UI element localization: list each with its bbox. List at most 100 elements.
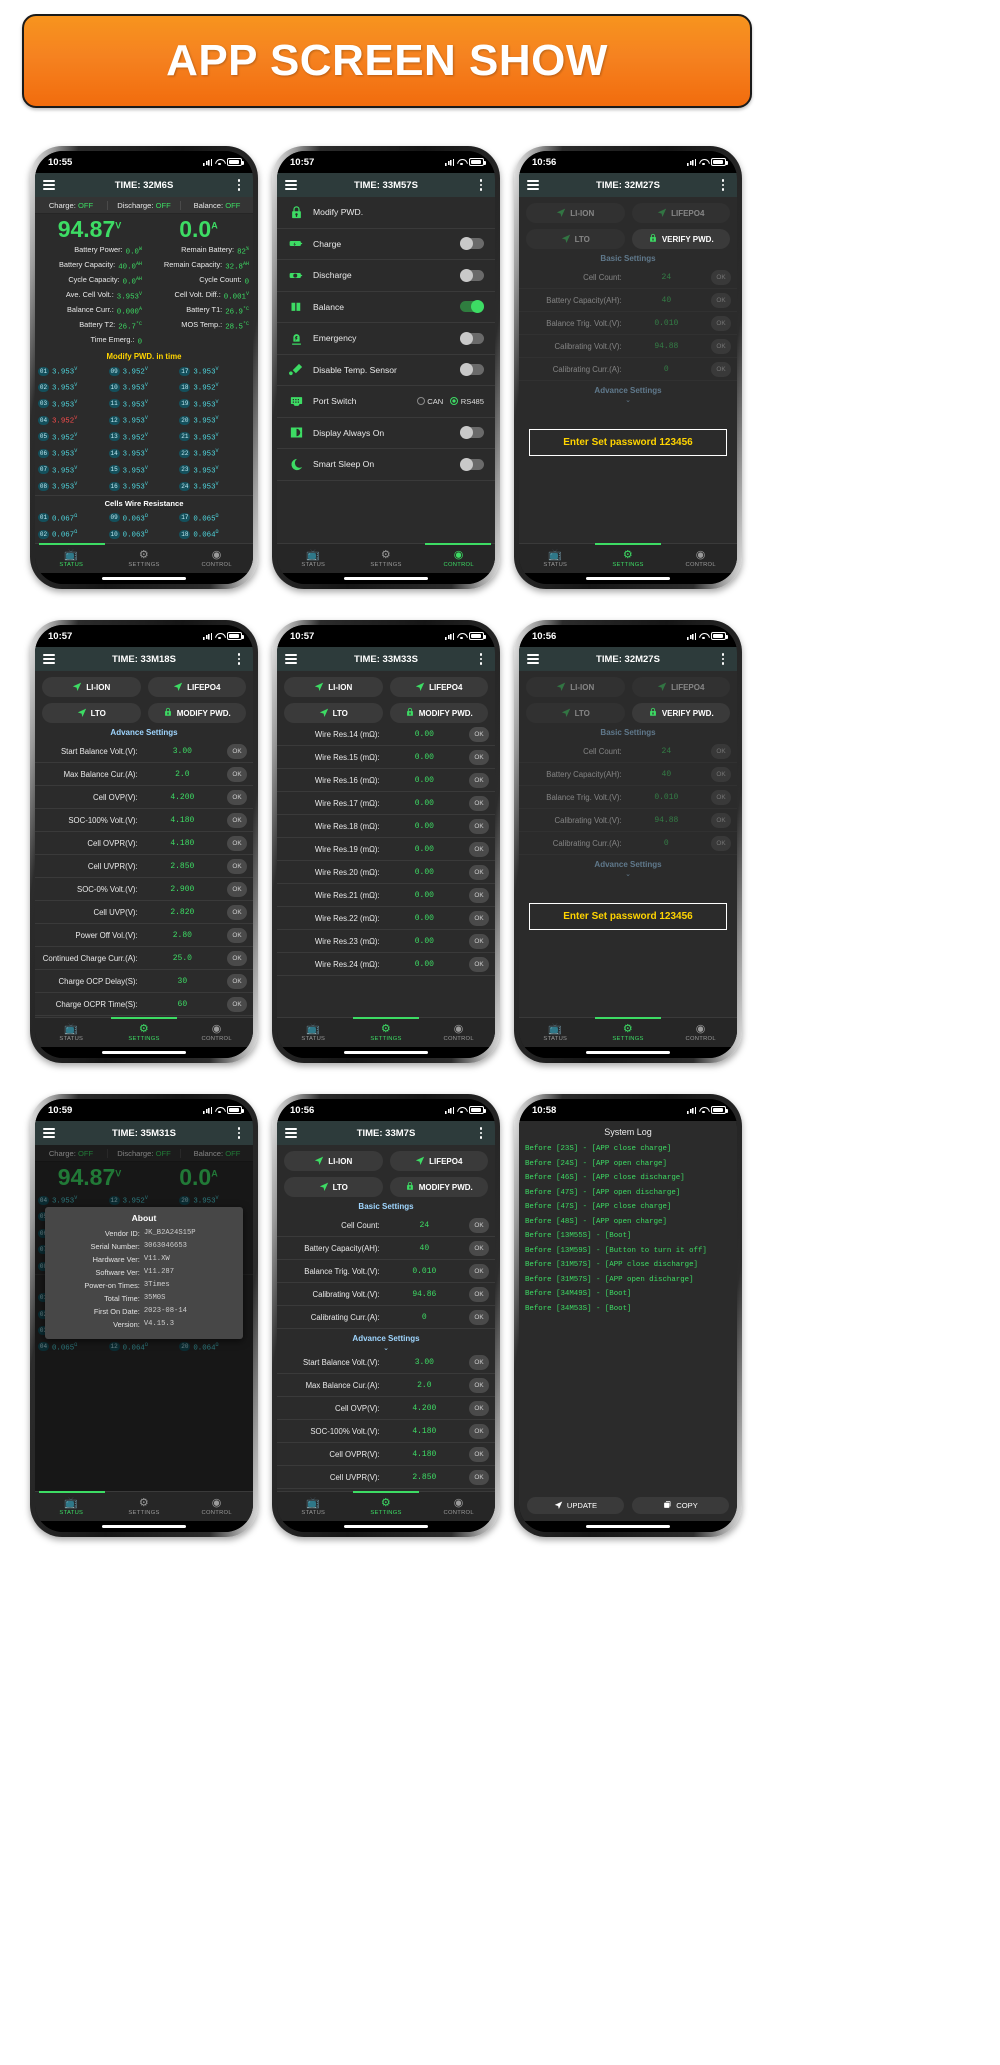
tab-status[interactable]: 📺 STATUS (277, 1023, 350, 1042)
field-ok-button[interactable]: OK (227, 858, 247, 874)
field-ok-button[interactable]: OK (469, 1400, 489, 1416)
field-ok-button[interactable]: OK (227, 766, 247, 782)
field-ok-button[interactable]: OK (711, 743, 731, 759)
field-value[interactable]: 0 (628, 839, 705, 848)
field-value[interactable]: 4.180 (386, 1427, 463, 1436)
field-ok-button[interactable]: OK (469, 1263, 489, 1279)
password-prompt-box[interactable]: Enter Set password 123456 (529, 903, 727, 930)
field-value[interactable]: 0.00 (386, 822, 463, 831)
log-button-update[interactable]: UPDATE (527, 1497, 624, 1514)
setting-toggle[interactable] (460, 426, 484, 440)
setting-toggle[interactable] (460, 237, 484, 251)
chip-verify-pwd[interactable]: VERIFY PWD. (631, 229, 730, 249)
chip-li-ion[interactable]: LI-ION (526, 203, 625, 223)
field-ok-button[interactable]: OK (469, 1377, 489, 1393)
tab-control[interactable]: ◉ CONTROL (180, 1497, 253, 1516)
field-value[interactable]: 0.00 (386, 753, 463, 762)
setting-row-disable-temp-sensor[interactable]: Disable Temp. Sensor (277, 355, 495, 386)
field-ok-button[interactable]: OK (711, 789, 731, 805)
field-value[interactable]: 0.00 (386, 868, 463, 877)
setting-toggle[interactable] (460, 331, 484, 345)
field-ok-button[interactable]: OK (227, 881, 247, 897)
hamburger-menu-icon[interactable] (527, 180, 539, 190)
chip-lifepo4[interactable]: LIFEPO4 (631, 677, 730, 697)
tab-settings[interactable]: ⚙ SETTINGS (350, 1017, 423, 1042)
port-switch-radios[interactable]: CAN RS485 (416, 397, 484, 406)
hamburger-menu-icon[interactable] (527, 654, 539, 664)
tab-status[interactable]: 📺 STATUS (35, 543, 108, 568)
overflow-menu-icon[interactable] (233, 653, 245, 665)
field-ok-button[interactable]: OK (469, 1309, 489, 1325)
tab-settings[interactable]: ⚙ SETTINGS (108, 1497, 181, 1516)
overflow-menu-icon[interactable] (475, 653, 487, 665)
field-value[interactable]: 4.180 (386, 1450, 463, 1459)
field-ok-button[interactable]: OK (469, 1240, 489, 1256)
setting-row-balance[interactable]: Balance (277, 292, 495, 323)
setting-row-port-switch[interactable]: Port Switch CAN RS485 (277, 386, 495, 418)
field-ok-button[interactable]: OK (711, 835, 731, 851)
chip-li-ion[interactable]: LI-ION (42, 677, 141, 697)
overflow-menu-icon[interactable] (475, 179, 487, 191)
chip-lto[interactable]: LTO (42, 703, 141, 723)
tab-settings[interactable]: ⚙ SETTINGS (108, 549, 181, 568)
field-value[interactable]: 4.180 (144, 816, 221, 825)
field-ok-button[interactable]: OK (469, 956, 489, 972)
field-value[interactable]: 30 (144, 977, 221, 986)
field-value[interactable]: 94.86 (386, 1290, 463, 1299)
setting-row-emergency[interactable]: Emergency (277, 323, 495, 355)
field-ok-button[interactable]: OK (469, 795, 489, 811)
chip-modify-pwd[interactable]: MODIFY PWD. (389, 1177, 488, 1197)
field-value[interactable]: 3.00 (386, 1358, 463, 1367)
field-ok-button[interactable]: OK (227, 904, 247, 920)
hamburger-menu-icon[interactable] (285, 654, 297, 664)
chip-li-ion[interactable]: LI-ION (526, 677, 625, 697)
setting-toggle[interactable] (460, 457, 484, 471)
tab-control[interactable]: ◉ CONTROL (664, 1023, 737, 1042)
radio-rs485[interactable]: RS485 (450, 397, 484, 406)
overflow-menu-icon[interactable] (475, 1127, 487, 1139)
field-ok-button[interactable]: OK (711, 292, 731, 308)
field-ok-button[interactable]: OK (469, 887, 489, 903)
field-ok-button[interactable]: OK (711, 338, 731, 354)
field-ok-button[interactable]: OK (469, 1217, 489, 1233)
chip-li-ion[interactable]: LI-ION (284, 1151, 383, 1171)
setting-row-display-always-on[interactable]: Display Always On (277, 418, 495, 449)
field-value[interactable]: 4.180 (144, 839, 221, 848)
field-value[interactable]: 94.88 (628, 342, 705, 351)
field-ok-button[interactable]: OK (469, 933, 489, 949)
chip-lto[interactable]: LTO (284, 703, 383, 723)
tab-status[interactable]: 📺 STATUS (519, 549, 592, 568)
field-ok-button[interactable]: OK (469, 910, 489, 926)
field-ok-button[interactable]: OK (711, 269, 731, 285)
field-ok-button[interactable]: OK (227, 835, 247, 851)
field-value[interactable]: 0.00 (386, 937, 463, 946)
field-ok-button[interactable]: OK (227, 950, 247, 966)
chip-lifepo4[interactable]: LIFEPO4 (389, 677, 488, 697)
chip-li-ion[interactable]: LI-ION (284, 677, 383, 697)
field-ok-button[interactable]: OK (469, 1354, 489, 1370)
field-ok-button[interactable]: OK (711, 812, 731, 828)
field-value[interactable]: 0.00 (386, 799, 463, 808)
field-value[interactable]: 0.00 (386, 914, 463, 923)
field-ok-button[interactable]: OK (469, 818, 489, 834)
overflow-menu-icon[interactable] (717, 179, 729, 191)
field-value[interactable]: 2.900 (144, 885, 221, 894)
tab-status[interactable]: 📺 STATUS (35, 1023, 108, 1042)
field-value[interactable]: 60 (144, 1000, 221, 1009)
field-ok-button[interactable]: OK (469, 749, 489, 765)
tab-control[interactable]: ◉ CONTROL (422, 1497, 495, 1516)
password-prompt-box[interactable]: Enter Set password 123456 (529, 429, 727, 456)
hamburger-menu-icon[interactable] (285, 1128, 297, 1138)
field-ok-button[interactable]: OK (711, 361, 731, 377)
field-value[interactable]: 2.850 (386, 1473, 463, 1482)
field-value[interactable]: 0.010 (386, 1267, 463, 1276)
chip-modify-pwd[interactable]: MODIFY PWD. (389, 703, 488, 723)
setting-toggle[interactable] (460, 268, 484, 282)
chip-lifepo4[interactable]: LIFEPO4 (147, 677, 246, 697)
setting-row-smart-sleep-on[interactable]: Smart Sleep On (277, 449, 495, 481)
tab-control[interactable]: ◉ CONTROL (180, 1023, 253, 1042)
field-value[interactable]: 2.0 (144, 770, 221, 779)
field-value[interactable]: 0.010 (628, 793, 705, 802)
chip-modify-pwd[interactable]: MODIFY PWD. (147, 703, 246, 723)
tab-status[interactable]: 📺 STATUS (519, 1023, 592, 1042)
